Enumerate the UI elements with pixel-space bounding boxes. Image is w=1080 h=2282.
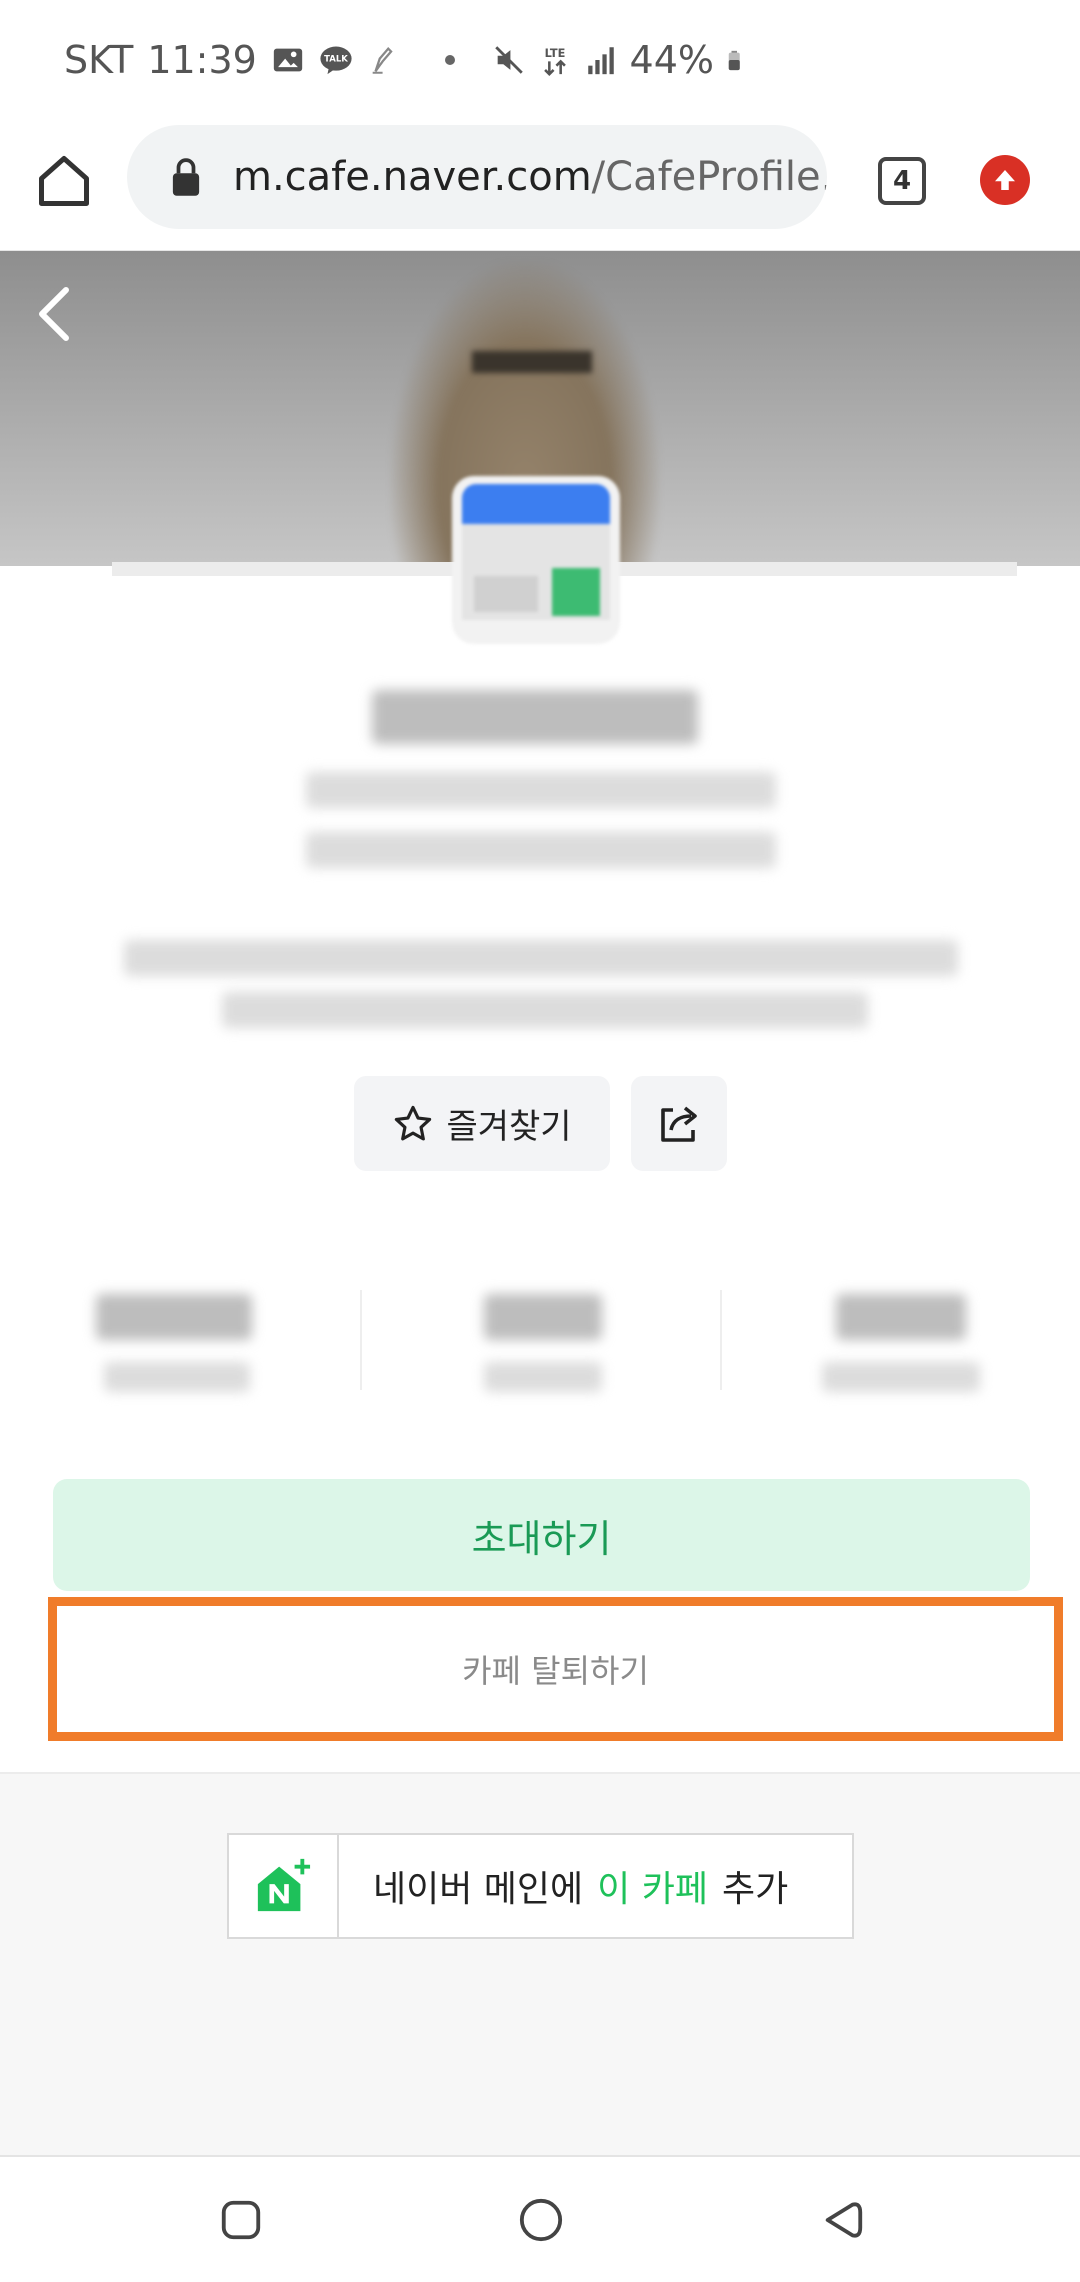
stat-divider xyxy=(360,1290,362,1390)
stat-members-label-redacted xyxy=(104,1362,250,1392)
recent-apps-icon[interactable] xyxy=(218,2197,264,2243)
cover-photo-detail xyxy=(472,351,592,373)
footer-area: 네이버 메인에 이 카페 추가 xyxy=(0,1772,1080,2157)
back-chevron-icon[interactable] xyxy=(34,284,74,344)
system-nav-bar xyxy=(0,2155,1080,2282)
cafe-icon-accent xyxy=(552,568,600,616)
carrier-label: SKT xyxy=(64,38,134,82)
share-button[interactable] xyxy=(631,1076,727,1171)
lte-icon: LTE xyxy=(543,46,566,76)
stat-members-value-redacted xyxy=(96,1294,252,1340)
add-main-prefix: 네이버 메인에 xyxy=(373,1869,584,1910)
update-button[interactable] xyxy=(980,155,1030,205)
battery-percent: 44% xyxy=(629,38,714,82)
cafe-meta-redacted-1 xyxy=(306,772,776,808)
cafe-description-redacted-2 xyxy=(222,992,868,1028)
mute-icon xyxy=(494,46,523,74)
address-bar[interactable]: m.cafe.naver.com/CafeProfile. xyxy=(127,125,827,229)
status-bar: SKT 11:39 TALK LTE 44% xyxy=(0,0,1080,125)
add-main-highlight: 이 카페 xyxy=(597,1869,708,1910)
naver-n-cell xyxy=(229,1835,339,1937)
clock: 11:39 xyxy=(147,38,257,82)
arrow-up-icon xyxy=(995,170,1015,190)
home-icon[interactable] xyxy=(34,151,94,211)
share-icon xyxy=(661,1106,697,1142)
more-notifications-dot xyxy=(444,55,455,65)
lock-icon xyxy=(172,158,200,196)
stat-divider xyxy=(720,1290,722,1390)
cafe-icon-header xyxy=(462,484,610,524)
add-main-suffix: 추가 xyxy=(721,1869,789,1910)
stat-middle-label-redacted xyxy=(484,1362,602,1392)
status-left: SKT 11:39 TALK xyxy=(64,38,455,82)
battery-icon xyxy=(728,50,740,71)
invite-label: 초대하기 xyxy=(471,1516,612,1561)
pen-notification-icon xyxy=(372,46,393,74)
cafe-meta-redacted-2 xyxy=(306,832,776,868)
leave-cafe-label: 카페 탈퇴하기 xyxy=(462,1652,649,1690)
cafe-name-redacted xyxy=(372,690,698,744)
naver-home-plus-icon xyxy=(257,1858,311,1912)
url-path: /CafeProfile. xyxy=(591,154,827,200)
invite-button[interactable]: 초대하기 xyxy=(53,1479,1030,1591)
stat-right-label-redacted xyxy=(822,1362,980,1392)
home-circle-icon[interactable] xyxy=(518,2197,564,2243)
status-right: LTE 44% xyxy=(492,38,748,82)
add-main-label: 네이버 메인에 이 카페 추가 xyxy=(373,1860,788,1912)
favorite-label: 즐겨찾기 xyxy=(446,1107,572,1147)
url-text: m.cafe.naver.com/CafeProfile. xyxy=(233,154,827,200)
browser-toolbar: m.cafe.naver.com/CafeProfile. 4 xyxy=(0,125,1080,251)
favorite-button[interactable]: 즐겨찾기 xyxy=(354,1076,610,1171)
cafe-description-redacted-1 xyxy=(124,940,958,976)
star-icon xyxy=(395,1105,432,1140)
stat-right-value-redacted xyxy=(836,1294,966,1340)
signal-icon xyxy=(587,47,614,75)
back-icon[interactable] xyxy=(820,2197,866,2243)
svg-text:TALK: TALK xyxy=(324,54,348,64)
url-host: m.cafe.naver.com xyxy=(233,154,592,200)
tab-count: 4 xyxy=(892,166,912,196)
cafe-icon xyxy=(452,476,620,644)
talk-notification-icon: TALK xyxy=(320,46,352,75)
svg-text:LTE: LTE xyxy=(544,46,565,60)
add-to-naver-main-button[interactable]: 네이버 메인에 이 카페 추가 xyxy=(227,1833,854,1939)
tab-switcher-button[interactable]: 4 xyxy=(878,157,926,205)
gallery-notification-icon xyxy=(273,48,302,72)
stat-middle-value-redacted xyxy=(484,1294,602,1340)
cafe-icon-block xyxy=(474,576,538,612)
leave-cafe-button[interactable]: 카페 탈퇴하기 xyxy=(48,1597,1063,1741)
